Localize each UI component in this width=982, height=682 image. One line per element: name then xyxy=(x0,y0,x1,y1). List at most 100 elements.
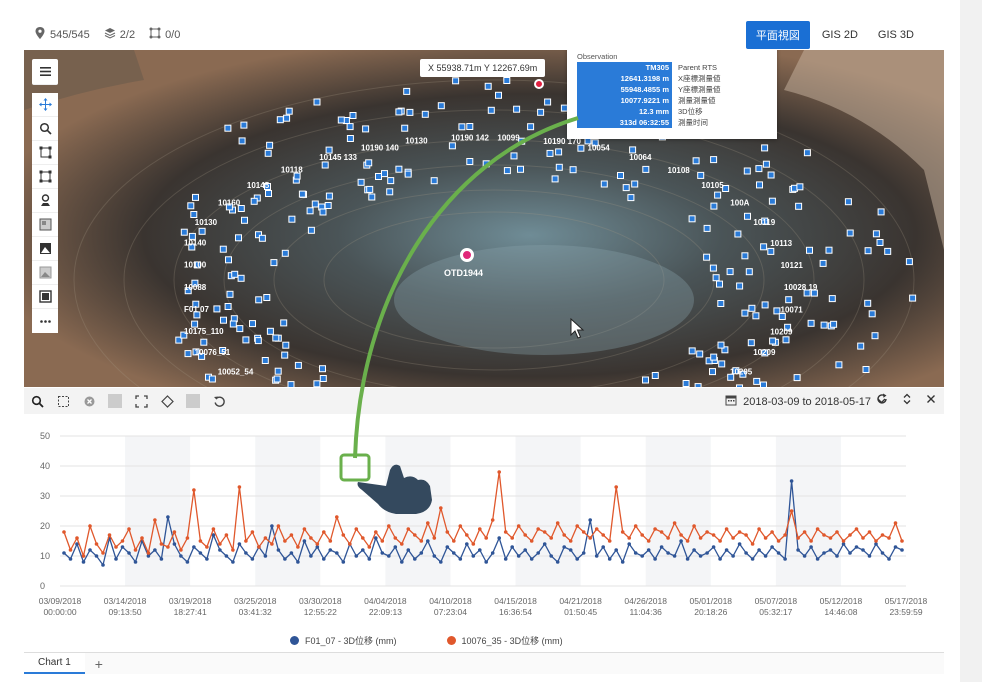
data-point[interactable] xyxy=(62,530,66,534)
data-point[interactable] xyxy=(419,539,424,543)
survey-point[interactable] xyxy=(281,249,289,257)
data-point[interactable] xyxy=(413,533,417,537)
data-point[interactable] xyxy=(737,530,742,534)
data-point[interactable] xyxy=(205,545,209,549)
survey-point[interactable] xyxy=(714,191,722,199)
survey-point[interactable] xyxy=(734,230,742,238)
survey-point[interactable] xyxy=(712,274,720,282)
survey-point[interactable] xyxy=(862,366,870,373)
data-point[interactable] xyxy=(672,521,677,525)
data-point[interactable] xyxy=(62,551,66,555)
data-point[interactable] xyxy=(744,551,748,555)
survey-point[interactable] xyxy=(224,303,232,310)
data-point[interactable] xyxy=(887,557,891,561)
data-point[interactable] xyxy=(620,530,625,534)
survey-point[interactable] xyxy=(871,332,879,340)
survey-point[interactable] xyxy=(569,166,577,174)
data-point[interactable] xyxy=(75,536,79,540)
data-point[interactable] xyxy=(679,533,683,537)
data-point[interactable] xyxy=(478,527,482,531)
data-point[interactable] xyxy=(802,530,807,534)
data-point[interactable] xyxy=(776,539,781,543)
survey-point[interactable] xyxy=(264,149,272,157)
data-point[interactable] xyxy=(166,515,170,519)
data-point[interactable] xyxy=(711,545,716,549)
map-view[interactable]: 10209 10209 10205 10052_54 10076_51 10175_110… xyxy=(24,50,944,387)
data-point[interactable] xyxy=(679,539,683,543)
data-point[interactable] xyxy=(893,521,898,525)
refresh-icon[interactable] xyxy=(876,393,888,408)
data-point[interactable] xyxy=(568,539,573,543)
survey-point[interactable] xyxy=(466,123,474,130)
legend-item[interactable]: F01_07 - 3D位移 (mm) xyxy=(290,634,397,647)
data-point[interactable] xyxy=(809,545,813,549)
data-point[interactable] xyxy=(516,554,521,558)
expand-icon[interactable] xyxy=(902,393,912,408)
data-point[interactable] xyxy=(900,548,904,552)
survey-point[interactable] xyxy=(755,165,763,173)
survey-point[interactable] xyxy=(857,342,865,350)
data-point[interactable] xyxy=(640,533,644,537)
data-point[interactable] xyxy=(237,542,242,546)
data-point[interactable] xyxy=(822,533,826,537)
data-point[interactable] xyxy=(698,536,703,540)
data-point[interactable] xyxy=(562,533,566,537)
survey-point[interactable] xyxy=(366,185,374,193)
data-point[interactable] xyxy=(744,533,748,537)
data-point[interactable] xyxy=(555,560,560,564)
survey-point[interactable] xyxy=(796,183,804,191)
survey-point[interactable] xyxy=(513,105,521,113)
data-point[interactable] xyxy=(276,548,281,552)
survey-point[interactable] xyxy=(187,202,195,210)
survey-point[interactable] xyxy=(767,247,775,255)
data-point[interactable] xyxy=(731,554,735,558)
data-point[interactable] xyxy=(192,488,196,492)
data-point[interactable] xyxy=(94,542,99,546)
data-point[interactable] xyxy=(302,527,307,531)
survey-point[interactable] xyxy=(761,144,769,152)
survey-point[interactable] xyxy=(184,350,192,358)
data-point[interactable] xyxy=(374,530,378,534)
survey-point[interactable] xyxy=(696,350,704,358)
data-point[interactable] xyxy=(705,551,709,555)
data-point[interactable] xyxy=(861,536,865,540)
survey-point[interactable] xyxy=(692,157,700,165)
survey-point[interactable] xyxy=(242,336,250,344)
survey-point[interactable] xyxy=(688,215,696,223)
data-point[interactable] xyxy=(692,548,696,552)
survey-point[interactable] xyxy=(741,309,749,317)
data-point[interactable] xyxy=(432,536,437,540)
data-point[interactable] xyxy=(581,530,586,534)
data-point[interactable] xyxy=(88,548,92,552)
data-point[interactable] xyxy=(731,536,735,540)
clear-icon[interactable] xyxy=(82,394,96,408)
survey-point[interactable] xyxy=(190,211,198,218)
data-point[interactable] xyxy=(465,542,469,546)
survey-point[interactable] xyxy=(527,123,535,131)
data-point[interactable] xyxy=(750,557,755,561)
data-point[interactable] xyxy=(140,536,144,540)
survey-point[interactable] xyxy=(876,239,884,246)
data-point[interactable] xyxy=(445,530,450,534)
survey-point[interactable] xyxy=(466,158,474,165)
data-point[interactable] xyxy=(893,545,898,549)
box-select-icon[interactable] xyxy=(56,394,70,408)
data-point[interactable] xyxy=(224,554,229,558)
data-point[interactable] xyxy=(406,527,411,531)
survey-point[interactable] xyxy=(710,202,718,210)
data-point[interactable] xyxy=(270,542,274,546)
survey-point[interactable] xyxy=(311,200,319,208)
data-point[interactable] xyxy=(646,548,651,552)
data-point[interactable] xyxy=(542,530,547,534)
data-point[interactable] xyxy=(523,533,527,537)
data-point[interactable] xyxy=(627,536,631,540)
survey-point[interactable] xyxy=(825,246,833,254)
survey-point[interactable] xyxy=(846,229,854,237)
survey-point[interactable] xyxy=(487,106,495,114)
survey-point[interactable] xyxy=(346,135,354,142)
date-range-picker[interactable]: 2018-03-09 to 2018-05-17 xyxy=(725,394,886,409)
data-point[interactable] xyxy=(159,557,164,561)
data-point[interactable] xyxy=(81,560,86,564)
data-point[interactable] xyxy=(828,536,833,540)
survey-point[interactable] xyxy=(255,296,263,304)
